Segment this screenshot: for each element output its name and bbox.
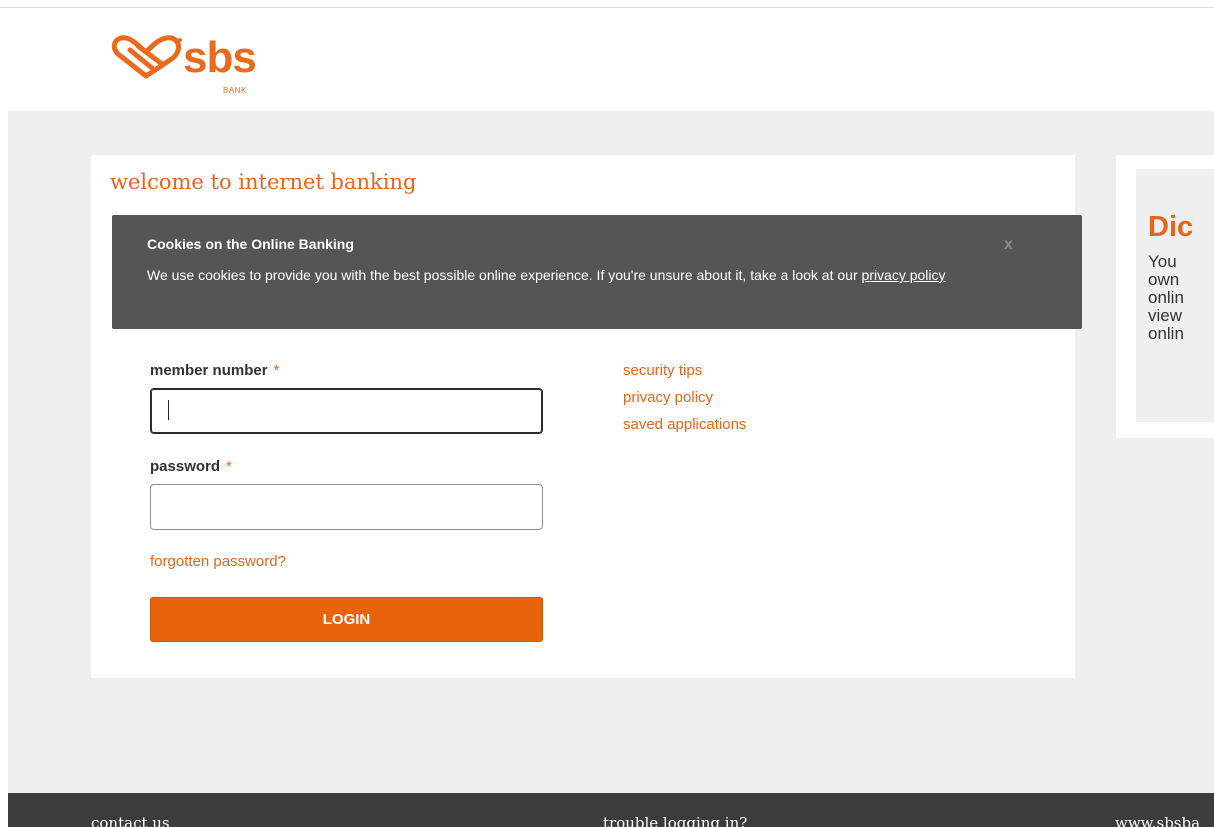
- logo-wordmark: sbs: [183, 33, 257, 82]
- logo-sub: BANK: [223, 86, 247, 95]
- promo-title: Dic: [1148, 211, 1194, 243]
- footer-website-link[interactable]: www.sbsba: [1115, 814, 1200, 827]
- promo-text: You own onlin view onlin: [1148, 253, 1214, 343]
- cookie-privacy-policy-link[interactable]: privacy policy: [862, 267, 946, 283]
- promo-line: You: [1148, 252, 1177, 271]
- footer-trouble-link[interactable]: trouble logging in?: [603, 814, 747, 827]
- footer: contact us trouble logging in? www.sbsba: [8, 793, 1214, 827]
- header: sbs BANK: [0, 8, 1214, 111]
- saved-applications-link[interactable]: saved applications: [623, 416, 746, 433]
- required-marker: *: [226, 458, 232, 475]
- member-number-input[interactable]: [150, 388, 543, 434]
- login-button[interactable]: LOGIN: [150, 597, 543, 642]
- cookie-banner-title: Cookies on the Online Banking: [147, 236, 354, 252]
- cookie-banner-message: We use cookies to provide you with the b…: [147, 267, 858, 283]
- security-tips-link[interactable]: security tips: [623, 362, 702, 379]
- member-number-label-text: member number: [150, 362, 268, 379]
- sbs-logo[interactable]: sbs BANK: [108, 28, 278, 100]
- password-label: password *: [150, 458, 232, 475]
- promo-line: onlin: [1148, 288, 1184, 307]
- forgotten-password-link[interactable]: forgotten password?: [150, 553, 286, 570]
- page-title: welcome to internet banking: [110, 170, 417, 194]
- text-caret: [168, 400, 169, 420]
- password-label-text: password: [150, 458, 221, 475]
- password-input[interactable]: [150, 484, 543, 530]
- privacy-policy-link[interactable]: privacy policy: [623, 389, 713, 406]
- required-marker: *: [273, 362, 280, 379]
- promo-line: own: [1148, 270, 1180, 289]
- close-icon[interactable]: x: [1004, 236, 1013, 254]
- promo-card: Dic You own onlin view onlin: [1116, 155, 1214, 438]
- promo-line: view: [1148, 306, 1183, 325]
- sbs-heart-logo-icon: [111, 35, 182, 79]
- cookie-banner: Cookies on the Online Banking We use coo…: [112, 215, 1082, 329]
- cookie-banner-text: We use cookies to provide you with the b…: [147, 262, 1017, 288]
- promo-line: onlin: [1148, 324, 1184, 343]
- footer-contact-link[interactable]: contact us: [91, 814, 170, 827]
- member-number-label: member number *: [150, 362, 279, 379]
